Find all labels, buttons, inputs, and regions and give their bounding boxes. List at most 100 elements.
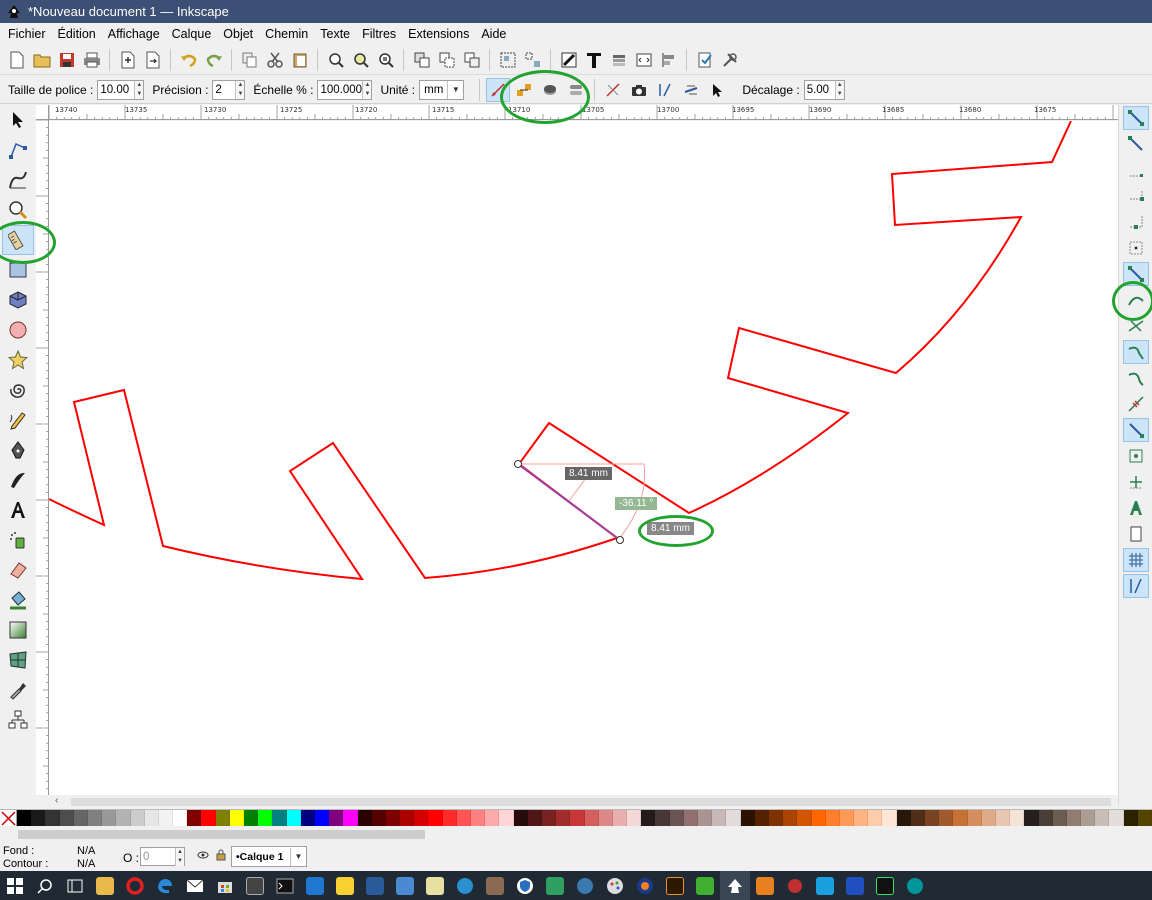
palette-swatch[interactable] bbox=[1066, 810, 1082, 827]
palette-swatch[interactable] bbox=[499, 810, 514, 827]
chevron-down-icon[interactable]: ▼ bbox=[290, 847, 306, 866]
menu-aide[interactable]: Aide bbox=[475, 23, 512, 45]
palette-swatch[interactable] bbox=[428, 810, 443, 827]
palette-swatch[interactable] bbox=[556, 810, 571, 827]
palette-swatch[interactable] bbox=[371, 810, 386, 827]
unlink-clone-icon[interactable] bbox=[461, 49, 483, 71]
palette-swatch[interactable] bbox=[1137, 810, 1152, 827]
palette-swatch[interactable] bbox=[1123, 810, 1138, 827]
menu-fichier[interactable]: Fichier bbox=[2, 23, 52, 45]
palette-swatch[interactable] bbox=[258, 810, 273, 827]
edge-icon[interactable] bbox=[150, 871, 180, 900]
palette-swatch[interactable] bbox=[825, 810, 840, 827]
palette-swatch[interactable] bbox=[73, 810, 88, 827]
pencil-tool-icon[interactable] bbox=[2, 405, 34, 435]
show-hidden-button[interactable] bbox=[538, 78, 562, 102]
menu-chemin[interactable]: Chemin bbox=[259, 23, 314, 45]
fill-stroke-icon[interactable] bbox=[558, 49, 580, 71]
palette-swatch[interactable] bbox=[357, 810, 372, 827]
show-intermediate-button[interactable] bbox=[512, 78, 536, 102]
spinner-arrows[interactable]: ▲ ▼ bbox=[235, 80, 245, 99]
palette-swatch[interactable] bbox=[229, 810, 244, 827]
palette-swatch[interactable] bbox=[513, 810, 528, 827]
menu-edition[interactable]: Édition bbox=[52, 23, 102, 45]
palette-swatch[interactable] bbox=[414, 810, 429, 827]
zoom-tool-icon[interactable] bbox=[2, 195, 34, 225]
palette-swatch[interactable] bbox=[910, 810, 925, 827]
snap-paths-icon[interactable] bbox=[1123, 288, 1149, 312]
snap-guides-icon[interactable] bbox=[1122, 574, 1149, 598]
palette-swatch[interactable] bbox=[471, 810, 486, 827]
ignore-first-last-button[interactable] bbox=[486, 77, 511, 102]
snap-bbox-icon[interactable] bbox=[1123, 132, 1149, 156]
preferences-icon[interactable] bbox=[719, 49, 741, 71]
palette-swatch[interactable] bbox=[1010, 810, 1025, 827]
ellipse-tool-icon[interactable] bbox=[2, 315, 34, 345]
palette-swatch[interactable] bbox=[868, 810, 883, 827]
file-explorer-icon[interactable] bbox=[90, 871, 120, 900]
palette-swatch[interactable] bbox=[627, 810, 642, 827]
menu-affichage[interactable]: Affichage bbox=[102, 23, 166, 45]
zoom-selection-icon[interactable] bbox=[325, 49, 347, 71]
reverse-direction-button[interactable] bbox=[601, 78, 625, 102]
palette-swatch[interactable] bbox=[59, 810, 74, 827]
print-icon[interactable] bbox=[81, 49, 103, 71]
snap-line-midpoints-icon[interactable] bbox=[1123, 392, 1149, 416]
palette-swatch[interactable] bbox=[527, 810, 542, 827]
app-orange-icon[interactable] bbox=[630, 871, 660, 900]
measure-start-handle[interactable] bbox=[514, 460, 522, 468]
selector-tool-icon[interactable] bbox=[2, 105, 34, 135]
zoom-page-icon[interactable] bbox=[375, 49, 397, 71]
node-tool-icon[interactable] bbox=[2, 135, 34, 165]
vertical-ruler[interactable] bbox=[36, 120, 49, 795]
palette-swatch[interactable] bbox=[1095, 810, 1110, 827]
precision-input[interactable] bbox=[213, 80, 236, 99]
palette-swatch[interactable] bbox=[669, 810, 684, 827]
palette-swatch[interactable] bbox=[797, 810, 812, 827]
menu-extensions[interactable]: Extensions bbox=[402, 23, 475, 45]
star-tool-icon[interactable] bbox=[2, 345, 34, 375]
palette-swatch[interactable] bbox=[130, 810, 145, 827]
snap-text-baseline-icon[interactable] bbox=[1123, 496, 1149, 520]
font-size-spinner[interactable]: ▲▼ bbox=[97, 79, 145, 100]
palette-swatch[interactable] bbox=[485, 810, 500, 827]
calligraphy-tool-icon[interactable] bbox=[2, 465, 34, 495]
palette-app-icon[interactable] bbox=[600, 871, 630, 900]
snap-bbox-edges-icon[interactable] bbox=[1123, 158, 1149, 182]
snap-grids-icon[interactable] bbox=[1122, 548, 1149, 572]
opacity-input[interactable] bbox=[141, 847, 175, 866]
horizontal-ruler[interactable]: 13740 13735 13730 13725 13720 13715 1371… bbox=[49, 105, 1118, 120]
palette-swatch[interactable] bbox=[854, 810, 869, 827]
text-tool-icon[interactable] bbox=[2, 495, 34, 525]
palette-swatch[interactable] bbox=[698, 810, 713, 827]
app-green-icon[interactable] bbox=[690, 871, 720, 900]
ungroup-icon[interactable] bbox=[522, 49, 544, 71]
palette-swatch[interactable] bbox=[1109, 810, 1124, 827]
palette-swatch[interactable] bbox=[87, 810, 103, 827]
palette-swatch[interactable] bbox=[584, 810, 599, 827]
app-z-icon[interactable] bbox=[840, 871, 870, 900]
terminal-icon[interactable] bbox=[270, 871, 300, 900]
gradient-tool-icon[interactable] bbox=[2, 615, 34, 645]
palette-swatch[interactable] bbox=[882, 810, 897, 827]
palette-swatch[interactable] bbox=[187, 810, 202, 827]
mail-icon[interactable] bbox=[180, 871, 210, 900]
xml-editor-icon[interactable] bbox=[633, 49, 655, 71]
export-icon[interactable] bbox=[142, 49, 164, 71]
rectangle-tool-icon[interactable] bbox=[2, 255, 34, 285]
menu-texte[interactable]: Texte bbox=[314, 23, 356, 45]
sticky-notes-icon[interactable] bbox=[330, 871, 360, 900]
gear-outline-path[interactable] bbox=[49, 121, 1072, 581]
app-blue-icon[interactable] bbox=[360, 871, 390, 900]
app-grid-icon[interactable] bbox=[300, 871, 330, 900]
group-icon[interactable] bbox=[497, 49, 519, 71]
inkscape-taskbar-icon[interactable] bbox=[720, 871, 750, 900]
notepad-icon[interactable] bbox=[390, 871, 420, 900]
open-folder-icon[interactable] bbox=[31, 49, 53, 71]
cut-icon[interactable] bbox=[264, 49, 286, 71]
palette-swatch[interactable] bbox=[839, 810, 855, 827]
palette-swatch[interactable] bbox=[811, 810, 826, 827]
palette-swatch[interactable] bbox=[768, 810, 784, 827]
notes-icon[interactable] bbox=[420, 871, 450, 900]
palette-swatch[interactable] bbox=[201, 810, 216, 827]
